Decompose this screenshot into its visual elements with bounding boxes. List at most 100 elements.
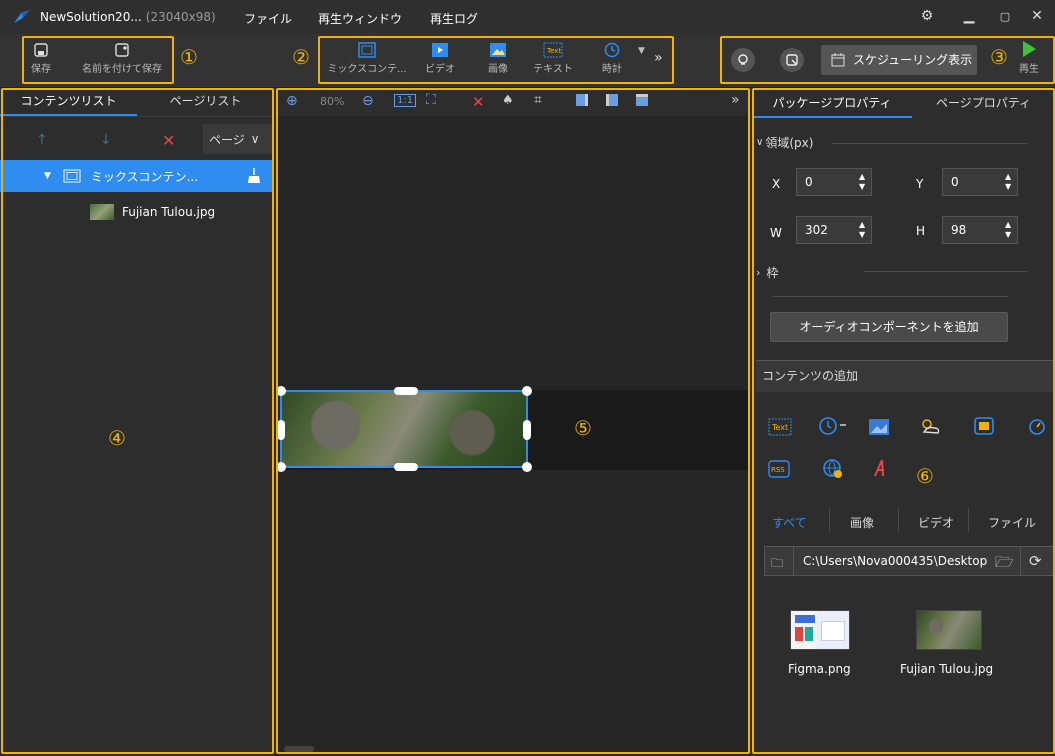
more-tools-icon[interactable]: » — [654, 50, 663, 66]
expand-arrow-icon[interactable]: ▼ — [44, 171, 51, 181]
clock-icon[interactable] — [818, 416, 848, 436]
horizontal-scrollbar[interactable] — [284, 746, 314, 752]
save-button[interactable]: 保存 — [26, 42, 56, 75]
clock-label: 時計 — [602, 64, 622, 75]
bulb-icon[interactable] — [731, 48, 755, 72]
mix-content-button[interactable]: ミックスコンテ... — [327, 42, 407, 75]
clock-dropdown-icon[interactable]: ▼ — [638, 46, 645, 56]
schedule-button[interactable]: スケジューリング表示 — [821, 45, 977, 75]
border-section-header[interactable]: › 枠 — [756, 264, 778, 281]
spinner-icon[interactable]: ▲ ▼ — [859, 220, 867, 240]
web-image-icon[interactable] — [868, 418, 890, 436]
file-item-figma[interactable] — [788, 610, 852, 650]
spinner-icon[interactable]: ▲ ▼ — [859, 172, 867, 192]
callout-number-3: ③ — [990, 45, 1008, 69]
export-icon[interactable] — [780, 48, 804, 72]
clear-icon[interactable]: ♠ — [502, 93, 514, 108]
resize-handle[interactable] — [394, 387, 418, 395]
resize-handle[interactable] — [523, 420, 531, 440]
callout-number-4: ④ — [108, 426, 126, 450]
menu-playback-window[interactable]: 再生ウィンドウ — [318, 10, 402, 27]
bring-forward-icon[interactable] — [606, 94, 618, 106]
window-title: NewSolution20... (23040x98) — [40, 10, 216, 24]
zoom-out-icon[interactable]: ⊖ — [362, 93, 374, 109]
actual-size-icon[interactable]: 1:1 — [394, 94, 417, 107]
path-input[interactable]: C:\Users\Nova000435\Desktop — [803, 554, 993, 568]
filter-file-tab[interactable]: ファイル — [988, 514, 1036, 531]
timer-icon[interactable] — [1028, 416, 1046, 436]
filter-all-tab[interactable]: すべて — [772, 514, 807, 531]
crop-icon[interactable]: ⌗ — [534, 92, 542, 108]
w-field[interactable]: 302 ▲ ▼ — [796, 216, 872, 244]
save-as-button[interactable]: 名前を付けて保存 — [70, 42, 174, 75]
tree-item-mix-content[interactable]: ▼ ミックスコンテン... — [0, 160, 274, 192]
send-back-icon[interactable] — [636, 94, 648, 106]
w-label: W — [770, 226, 782, 240]
resize-handle[interactable] — [277, 420, 285, 440]
broom-icon[interactable] — [247, 168, 261, 184]
file-item-fujian-tulou[interactable] — [916, 610, 984, 650]
filter-video-tab[interactable]: ビデオ — [918, 514, 954, 531]
page-dropdown[interactable]: ページ ∨ — [203, 124, 274, 154]
delete-icon[interactable]: ✕ — [472, 93, 485, 111]
close-icon[interactable]: ✕ — [1028, 8, 1046, 24]
tab-page-properties[interactable]: ページプロパティ — [912, 90, 1055, 118]
video-button[interactable]: ビデオ — [420, 42, 460, 75]
resize-handle[interactable] — [276, 386, 286, 396]
callout-number-6: ⑥ — [916, 464, 934, 488]
text-label: テキスト — [533, 64, 573, 75]
resize-handle[interactable] — [276, 462, 286, 472]
text-button[interactable]: Text テキスト — [530, 42, 576, 75]
spinner-icon[interactable]: ▲ ▼ — [1005, 220, 1013, 240]
resize-handle[interactable] — [522, 462, 532, 472]
x-field[interactable]: 0 ▲ ▼ — [796, 168, 872, 196]
image-button[interactable]: 画像 — [478, 42, 518, 75]
region-section-header[interactable]: ∨ 領域(px) — [756, 134, 813, 151]
filter-image-tab[interactable]: 画像 — [850, 514, 874, 531]
resize-handle[interactable] — [394, 463, 418, 471]
bring-front-icon[interactable] — [576, 94, 588, 106]
selected-image-element[interactable] — [276, 386, 532, 472]
delete-icon[interactable]: ✕ — [162, 131, 175, 150]
weather-icon[interactable] — [918, 416, 942, 436]
font-icon[interactable] — [872, 458, 890, 478]
maximize-icon[interactable]: ▢ — [996, 10, 1014, 23]
fit-screen-icon[interactable]: ⛶ — [426, 92, 436, 108]
rss-icon[interactable]: RSS — [768, 460, 790, 478]
h-label: H — [916, 224, 926, 238]
resize-handle[interactable] — [522, 386, 532, 396]
refresh-icon[interactable]: ⟳ — [1029, 552, 1042, 570]
text-icon[interactable]: Text — [768, 418, 792, 436]
file-name-figma: Figma.png — [788, 662, 851, 676]
media-box-icon[interactable] — [974, 417, 994, 435]
tree-item-fujian-tulou[interactable]: Fujian Tulou.jpg — [90, 200, 215, 224]
region-title: 領域(px) — [765, 136, 814, 150]
spinner-icon[interactable]: ▲ ▼ — [1005, 172, 1013, 192]
svg-text:Text: Text — [546, 47, 561, 55]
play-button[interactable]: 再生 — [1014, 40, 1044, 75]
clock-button[interactable]: 時計 — [596, 42, 628, 75]
menu-file[interactable]: ファイル — [244, 10, 292, 27]
menu-playback-log[interactable]: 再生ログ — [430, 10, 478, 27]
add-audio-button[interactable]: オーディオコンポーネントを追加 — [770, 312, 1008, 342]
gear-icon[interactable]: ⚙ — [918, 8, 936, 24]
more-tools-icon[interactable]: » — [731, 92, 740, 108]
zoom-in-icon[interactable]: ⊕ — [286, 93, 298, 109]
move-up-icon[interactable]: ↑ — [36, 132, 48, 148]
callout-number-1: ① — [180, 45, 198, 69]
image-thumbnail-icon — [90, 204, 114, 220]
folder-icon[interactable]: 🗀 — [771, 554, 783, 575]
h-field[interactable]: 98 ▲ ▼ — [942, 216, 1018, 244]
tab-page-list[interactable]: ページリスト — [137, 88, 274, 116]
minimize-icon[interactable]: ▁ — [960, 8, 978, 24]
tab-content-list[interactable]: コンテンツリスト — [0, 88, 137, 116]
y-field[interactable]: 0 ▲ ▼ — [942, 168, 1018, 196]
y-label: Y — [916, 177, 924, 191]
open-folder-icon[interactable]: 🗁 — [995, 552, 1014, 577]
x-label: X — [772, 177, 781, 191]
image-icon — [490, 43, 506, 57]
tab-package-properties[interactable]: パッケージプロパティ — [752, 90, 912, 118]
web-page-icon[interactable] — [822, 458, 844, 480]
move-down-icon[interactable]: ↓ — [100, 132, 112, 148]
clock-icon — [604, 42, 620, 58]
